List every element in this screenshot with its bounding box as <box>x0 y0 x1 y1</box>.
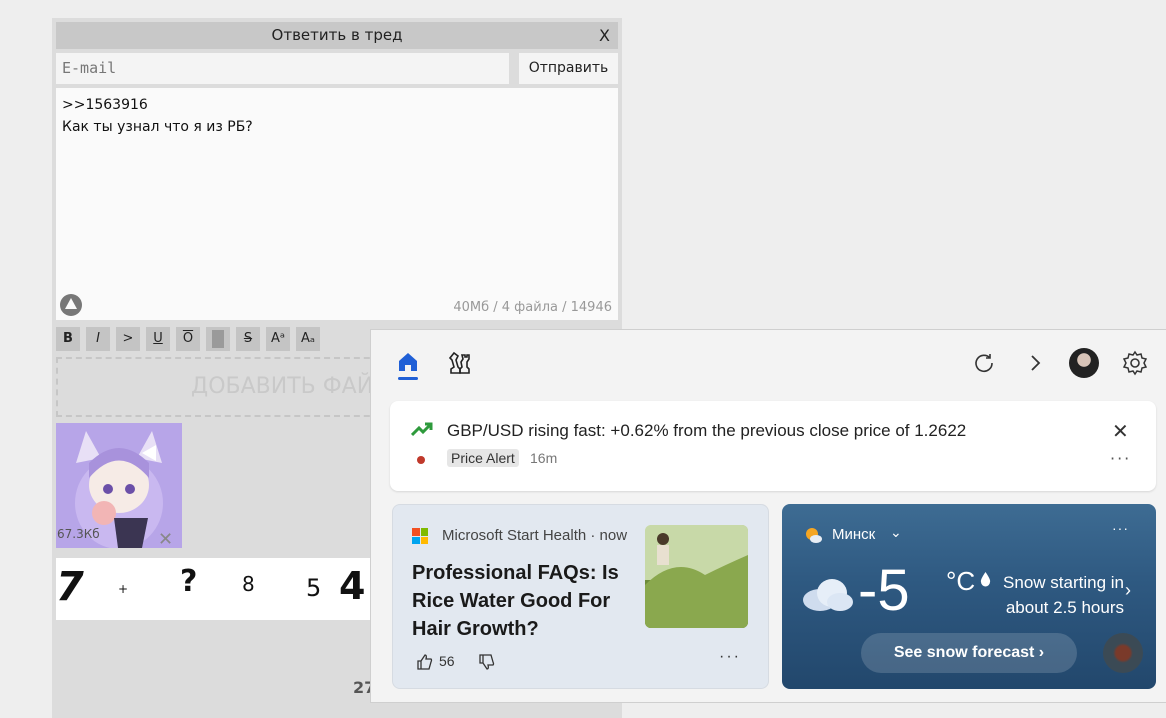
forecast-button-label: See snow forecast <box>893 644 1035 661</box>
superscript-button[interactable]: Aᵃ <box>266 327 290 351</box>
news-card[interactable]: Microsoft Start Health · now Professiona… <box>392 504 769 689</box>
chevron-right-icon[interactable]: › <box>1125 580 1131 601</box>
weather-description[interactable]: Snow starting in about 2.5 hours <box>994 570 1124 620</box>
temperature: -5 <box>858 558 910 623</box>
remove-attachment-icon[interactable]: ✕ <box>158 529 173 550</box>
captcha-image: 7 + ? 8 5 4 <box>56 558 372 620</box>
chevron-down-icon[interactable]: ⌄ <box>890 524 902 541</box>
trend-up-icon <box>411 422 433 437</box>
temperature-unit: °C <box>946 566 976 596</box>
spoiler-button[interactable] <box>206 327 230 351</box>
widgets-panel: GBP/USD rising fast: +0.62% from the pre… <box>370 329 1166 703</box>
weather-card[interactable]: Минск ⌄ ··· -5 °C Snow starting in about… <box>782 504 1156 689</box>
price-alert-card[interactable]: GBP/USD rising fast: +0.62% from the pre… <box>390 401 1156 491</box>
close-icon[interactable]: ✕ <box>1112 419 1129 443</box>
gear-icon[interactable] <box>1122 350 1148 376</box>
close-button[interactable]: X <box>599 22 610 49</box>
refresh-icon[interactable] <box>973 352 995 374</box>
captcha-char: 7 <box>56 564 84 610</box>
chevron-right-icon[interactable] <box>1024 352 1046 374</box>
like-count: 56 <box>439 653 455 669</box>
send-button[interactable]: Отправить <box>519 53 618 84</box>
reply-title-bar[interactable]: Ответить в тред X <box>56 22 618 49</box>
panel-header <box>371 330 1166 394</box>
alert-status-dot <box>417 456 425 464</box>
captcha-char: 4 <box>339 564 366 608</box>
price-alert-badge: Price Alert <box>447 449 519 467</box>
thumbs-down-icon[interactable] <box>478 653 496 671</box>
news-source: Microsoft Start Health · now <box>442 527 628 544</box>
avatar[interactable] <box>1069 348 1099 378</box>
markup-toolbar: B I > U O S Aᵃ Aₐ <box>56 327 320 351</box>
home-icon[interactable] <box>396 350 420 374</box>
subscript-button[interactable]: Aₐ <box>296 327 320 351</box>
email-field[interactable]: E-mail <box>56 53 509 84</box>
more-options-icon[interactable]: ··· <box>1110 449 1131 468</box>
microsoft-logo-icon <box>412 528 428 544</box>
raindrop-icon <box>980 572 991 587</box>
more-options-icon[interactable]: ··· <box>719 648 741 666</box>
alert-timestamp: 16m <box>530 450 558 466</box>
thumbs-up-icon[interactable] <box>416 653 434 671</box>
alert-text: GBP/USD rising fast: +0.62% from the pre… <box>447 421 967 440</box>
sun-cloud-icon <box>806 528 822 543</box>
more-options-icon[interactable]: ··· <box>1112 520 1129 536</box>
message-textarea[interactable]: >>1563916 Как ты узнал что я из РБ? <box>56 88 618 320</box>
captcha-char: ? <box>180 564 198 599</box>
attachment-size: 67.3Кб <box>57 527 100 541</box>
upload-limits: 40Мб / 4 файла / 14946 <box>453 300 612 315</box>
home-tab-indicator <box>398 377 418 380</box>
cloud-icon <box>803 579 853 611</box>
captcha-char: 8 <box>242 572 255 596</box>
logo-icon <box>60 294 82 316</box>
weather-avatar[interactable] <box>1103 633 1143 673</box>
underline-button[interactable]: U <box>146 327 170 351</box>
strike-button[interactable]: S <box>236 327 260 351</box>
reply-title: Ответить в тред <box>271 26 403 44</box>
overline-button[interactable]: O <box>176 327 200 351</box>
captcha-char: + <box>118 582 129 596</box>
games-icon[interactable] <box>446 350 472 376</box>
captcha-char: 5 <box>306 574 322 602</box>
italic-button[interactable]: I <box>86 327 110 351</box>
news-image[interactable] <box>645 525 748 628</box>
see-forecast-button[interactable]: See snow forecast › <box>861 633 1077 673</box>
quote-button[interactable]: > <box>116 327 140 351</box>
city-name[interactable]: Минск <box>832 526 875 543</box>
news-title[interactable]: Professional FAQs: Is Rice Water Good Fo… <box>412 559 637 643</box>
bold-button[interactable]: B <box>56 327 80 351</box>
